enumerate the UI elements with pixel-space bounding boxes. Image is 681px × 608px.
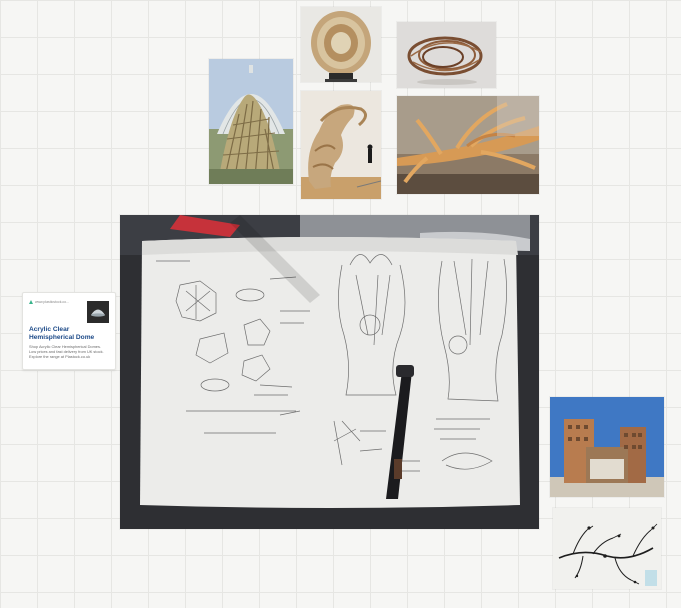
link-title: Acrylic Clear Hemispherical Dome (29, 326, 95, 341)
branch-installation-image (397, 96, 539, 194)
link-domain-text: www.plasticstock.co... (35, 300, 70, 304)
image-sketchbook-photo[interactable] (120, 215, 539, 529)
image-woven-bamboo-disc-sculpture[interactable] (301, 7, 381, 82)
favicon-icon (29, 300, 33, 304)
link-description: Shop Acrylic Clear Hemispherical Domes. … (29, 344, 104, 359)
loop-sculpture-image (397, 22, 496, 88)
glasshouse-image (209, 59, 293, 184)
image-bamboo-loop-sculpture[interactable] (397, 22, 496, 88)
ink-drawing-image (553, 508, 661, 589)
image-glasshouse-bamboo-installation[interactable] (209, 59, 293, 184)
brick-towers-image (550, 397, 664, 497)
image-brick-towers-building[interactable] (550, 397, 664, 497)
sketchbook-image (120, 215, 539, 529)
link-preview-card[interactable]: www.plasticstock.co... Acrylic Clear Hem… (22, 292, 116, 370)
link-domain: www.plasticstock.co... (29, 300, 69, 304)
image-wooden-branch-installation[interactable] (397, 96, 539, 194)
dome-thumbnail-icon (87, 301, 109, 323)
gallery-sculpture-image (301, 91, 381, 199)
image-woven-organic-sculpture-gallery[interactable] (301, 91, 381, 199)
link-thumbnail (87, 301, 109, 323)
image-ink-branch-drawing[interactable] (553, 508, 661, 589)
woven-disc-image (301, 7, 381, 82)
